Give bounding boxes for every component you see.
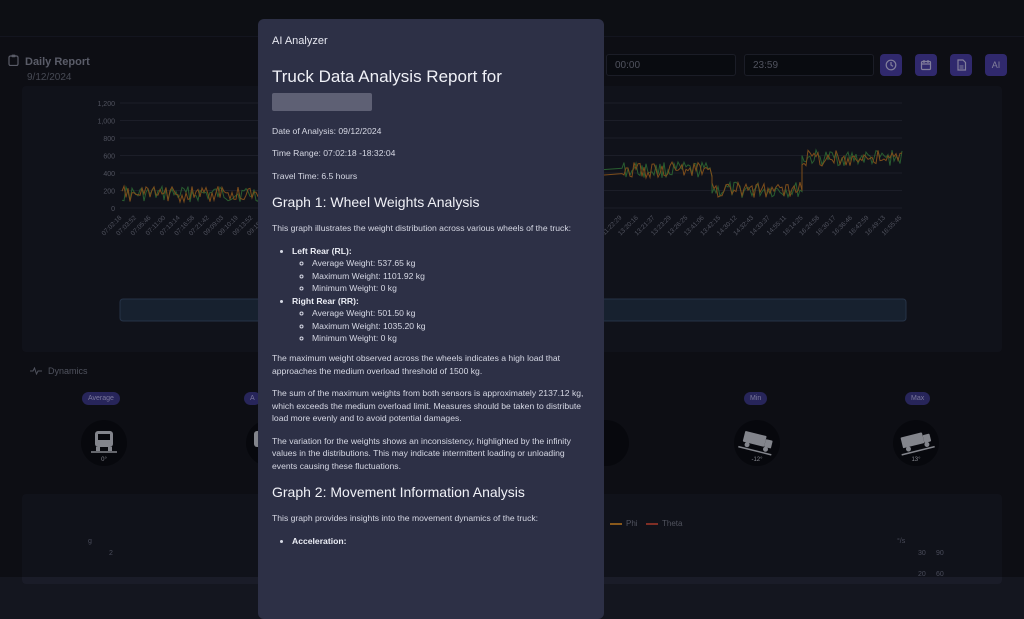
redacted-identifier	[272, 93, 372, 111]
left-rear-min: Minimum Weight: 0 kg	[312, 282, 590, 294]
acceleration-item: Acceleration:	[292, 535, 590, 547]
travel-time: Travel Time: 6.5 hours	[272, 170, 358, 181]
right-rear-max: Maximum Weight: 1035.20 kg	[312, 320, 590, 332]
wheel-list: Left Rear (RL): Average Weight: 537.65 k…	[272, 245, 590, 345]
right-rear-avg: Average Weight: 501.50 kg	[312, 307, 590, 319]
right-rear-min: Minimum Weight: 0 kg	[312, 332, 590, 344]
left-rear-max: Maximum Weight: 1101.92 kg	[312, 270, 590, 282]
ai-analyzer-dialog: AI Analyzer Truck Data Analysis Report f…	[258, 19, 604, 619]
acceleration-label: Acceleration:	[292, 535, 347, 546]
graph1-heading: Graph 1: Wheel Weights Analysis	[272, 194, 480, 211]
graph2-intro: This graph provides insights into the mo…	[272, 513, 539, 524]
left-rear-item: Left Rear (RL): Average Weight: 537.65 k…	[292, 245, 590, 295]
paragraph-sum: The sum of the maximum weights from both…	[272, 388, 584, 424]
report-heading: Truck Data Analysis Report for	[272, 67, 502, 86]
paragraph-threshold: The maximum weight observed across the w…	[272, 353, 561, 376]
graph2-heading: Graph 2: Movement Information Analysis	[272, 484, 525, 501]
left-rear-label: Left Rear (RL):	[292, 245, 352, 256]
dialog-title: AI Analyzer	[272, 35, 328, 47]
right-rear-label: Right Rear (RR):	[292, 295, 359, 306]
analysis-date: Date of Analysis: 09/12/2024	[272, 126, 382, 136]
graph1-intro: This graph illustrates the weight distri…	[272, 223, 572, 234]
left-rear-avg: Average Weight: 537.65 kg	[312, 257, 590, 269]
right-rear-item: Right Rear (RR): Average Weight: 501.50 …	[292, 295, 590, 345]
paragraph-variation: The variation for the weights shows an i…	[272, 435, 571, 471]
movement-list: Acceleration:	[272, 535, 590, 547]
analysis-time-range: Time Range: 07:02:18 -18:32:04	[272, 148, 396, 159]
